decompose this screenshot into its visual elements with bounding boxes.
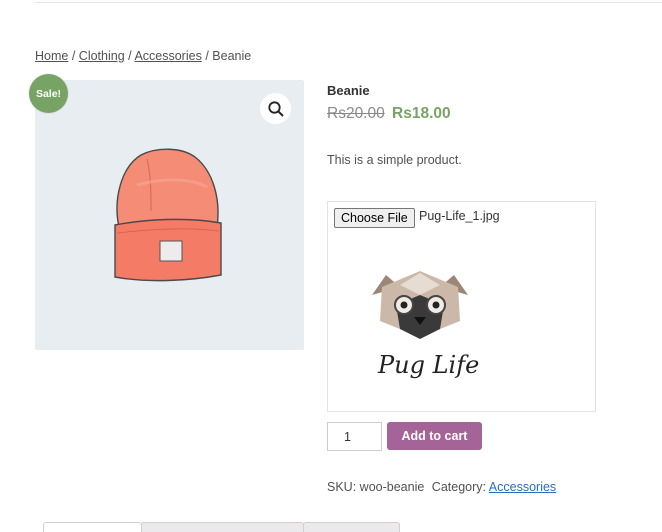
breadcrumb-clothing-link[interactable]: Clothing	[79, 49, 125, 63]
magnifier-icon	[267, 100, 284, 117]
breadcrumb-current: Beanie	[212, 49, 252, 63]
breadcrumb-separator: /	[205, 49, 209, 63]
tab-additional-information[interactable]	[141, 522, 304, 532]
zoom-button[interactable]	[260, 93, 291, 124]
pug-life-caption: Pug Life	[377, 351, 479, 379]
selected-file-name: Pug-Life_1.jpg	[419, 209, 500, 223]
tab-reviews[interactable]	[303, 522, 400, 532]
breadcrumb-accessories-link[interactable]: Accessories	[134, 49, 201, 63]
header-divider	[35, 0, 662, 3]
breadcrumb: Home / Clothing / Accessories / Beanie	[35, 49, 251, 63]
tab-description[interactable]	[43, 522, 142, 532]
add-to-cart-button[interactable]: Add to cart	[387, 422, 482, 450]
breadcrumb-separator: /	[71, 49, 76, 63]
product-meta: SKU: woo-beanie Category: Accessories	[327, 480, 556, 494]
quantity-input[interactable]: 1	[327, 422, 382, 451]
sku-value: woo-beanie	[359, 480, 425, 494]
sale-badge: Sale!	[29, 74, 68, 113]
sku-label: SKU:	[327, 480, 357, 494]
product-image-beanie[interactable]	[107, 145, 227, 285]
product-price: Rs20.00 Rs18.00	[327, 105, 451, 123]
price-sale: Rs18.00	[392, 105, 451, 122]
category-label: Category:	[431, 480, 486, 494]
breadcrumb-separator: /	[128, 49, 132, 63]
product-short-description: This is a simple product.	[327, 153, 462, 167]
file-upload-panel: Choose File Pug-Life_1.jpg Pug Life	[327, 201, 596, 412]
choose-file-button[interactable]: Choose File	[334, 208, 415, 228]
uploaded-image-preview: Pug Life	[372, 271, 479, 379]
category-link[interactable]: Accessories	[489, 480, 556, 494]
product-title: Beanie	[327, 83, 370, 98]
breadcrumb-home-link[interactable]: Home	[35, 49, 68, 63]
price-regular: Rs20.00	[327, 105, 385, 122]
